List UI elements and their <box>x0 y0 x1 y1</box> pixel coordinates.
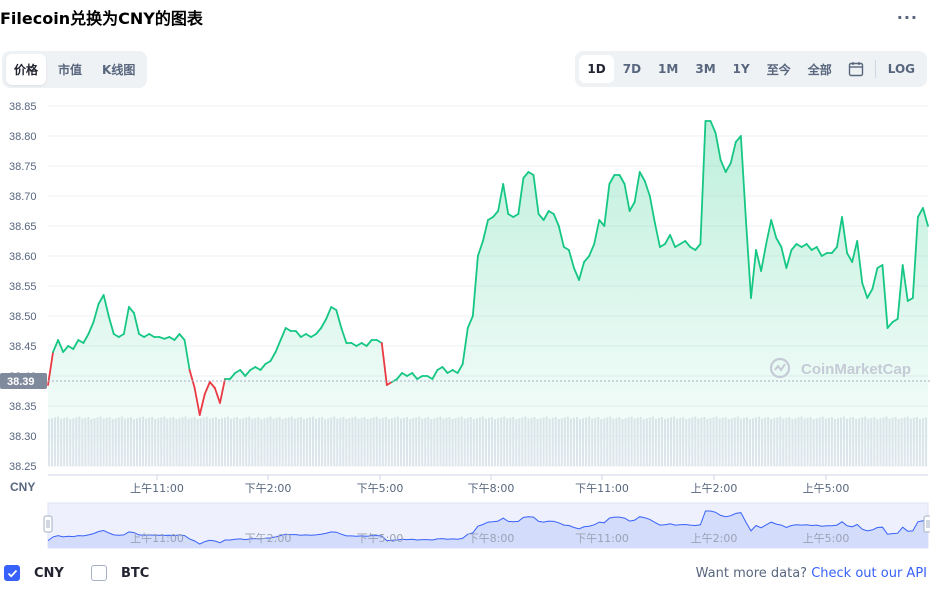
y-tick-label: 38.70 <box>9 191 37 203</box>
y-tick-label: 38.75 <box>9 161 37 173</box>
y-tick-label: 38.60 <box>9 251 37 263</box>
navigator-handle-left[interactable] <box>43 515 53 533</box>
x-tick-label: 下午11:00 <box>575 482 629 495</box>
navigator-tick-label: 上午11:00 <box>130 532 184 545</box>
x-tick-label: 下午5:00 <box>357 482 404 495</box>
y-tick-label: 38.25 <box>9 461 37 473</box>
price-area <box>48 121 928 466</box>
cny-checkbox[interactable] <box>4 565 20 581</box>
y-tick-label: 38.85 <box>9 101 37 113</box>
api-link[interactable]: Check out our API <box>811 566 927 581</box>
y-axis: 38.85 38.80 38.75 38.70 38.65 38.60 38.55 38.50… <box>9 101 37 473</box>
y-tick-label: 38.30 <box>9 431 37 443</box>
navigator-tick-label: 上午2:00 <box>691 532 738 545</box>
navigator-tick-label: 上午5:00 <box>803 532 850 545</box>
navigator-tick-label: 下午8:00 <box>468 532 515 545</box>
x-tick-label: 下午2:00 <box>245 482 292 495</box>
check-icon <box>7 569 17 577</box>
current-price-label: 38.39 <box>7 376 35 388</box>
y-tick-label: 38.35 <box>9 401 37 413</box>
currency-axis-label: CNY <box>10 480 35 494</box>
x-tick-label: 上午11:00 <box>130 482 184 495</box>
x-tick-label: 上午5:00 <box>803 482 850 495</box>
x-axis: 上午11:00 下午2:00 下午5:00 下午8:00 下午11:00 上午2:00 上午… <box>130 475 849 495</box>
navigator: 上午11:00 下午2:00 下午5:00 下午8:00 下午11:00 上午2:00 上午… <box>43 502 930 549</box>
x-tick-label: 上午2:00 <box>691 482 738 495</box>
more-data-cta: Want more data? Check out our API <box>696 566 927 581</box>
btc-checkbox[interactable] <box>91 565 107 581</box>
y-tick-label: 38.50 <box>9 311 37 323</box>
legend-btc[interactable]: BTC <box>91 565 149 581</box>
x-tick-label: 下午8:00 <box>468 482 515 495</box>
legend-btc-label: BTC <box>121 565 150 581</box>
y-tick-label: 38.45 <box>9 341 37 353</box>
more-data-text: Want more data? <box>695 566 808 581</box>
legend-cny[interactable]: CNY <box>4 565 64 581</box>
navigator-tick-label: 下午5:00 <box>357 532 404 545</box>
legend-cny-label: CNY <box>34 565 64 581</box>
navigator-tick-label: 下午2:00 <box>245 532 292 545</box>
price-area-fill <box>48 121 928 466</box>
watermark-text: CoinMarketCap <box>801 361 911 378</box>
legend-bar: CNY BTC Want more data? Check out our AP… <box>0 562 930 586</box>
y-tick-label: 38.65 <box>9 221 37 233</box>
price-chart[interactable]: 38.85 38.80 38.75 38.70 38.65 38.60 38.55 38.50… <box>0 0 930 600</box>
y-tick-label: 38.55 <box>9 281 37 293</box>
y-tick-label: 38.80 <box>9 131 37 143</box>
navigator-tick-label: 下午11:00 <box>575 532 629 545</box>
